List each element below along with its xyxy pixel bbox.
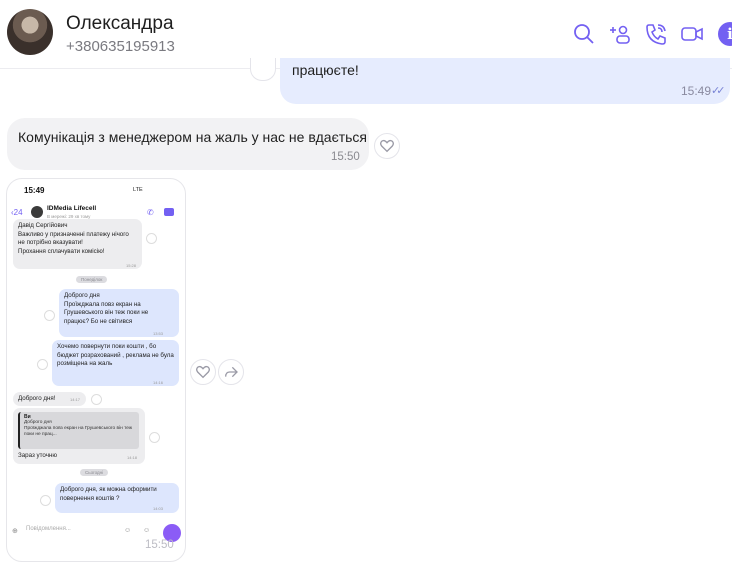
message-time: 15:49 xyxy=(681,84,712,98)
back-count: 24 xyxy=(13,208,23,217)
back-button: ‹24 xyxy=(11,208,23,217)
contact-phone: +380635195913 xyxy=(66,38,175,55)
video-call-icon[interactable] xyxy=(680,22,704,46)
heart-icon xyxy=(91,394,102,405)
message-text: працюєте! xyxy=(292,62,359,78)
screenshot-message-time: 15:28 xyxy=(126,263,137,268)
screenshot-message: Давід Сергійович Важливо у призначенні п… xyxy=(13,219,142,269)
forward-icon xyxy=(225,366,238,378)
call-icon[interactable] xyxy=(644,22,668,46)
avatar[interactable] xyxy=(7,9,53,55)
message-text: Комунікація з менеджером на жаль у нас н… xyxy=(18,129,368,145)
video-call-icon xyxy=(164,208,174,216)
read-receipt-icon: ✓✓ xyxy=(711,85,726,97)
screenshot-message: Доброго дня Проїжджала повз екран на Гру… xyxy=(59,289,179,337)
heart-icon xyxy=(37,359,48,370)
screenshot-message-time: 14:03 xyxy=(153,506,164,511)
like-button[interactable] xyxy=(190,359,216,385)
contact-name[interactable]: Олександра xyxy=(66,13,174,35)
add-participant-icon[interactable] xyxy=(608,22,632,46)
quote-author: Ви xyxy=(24,414,31,420)
quote-text: Доброго дня Проїжджала повз екран на Гру… xyxy=(24,420,133,437)
screenshot-message-time: 14:17 xyxy=(70,397,81,402)
heart-icon xyxy=(146,233,157,244)
image-message[interactable]: 15:49 LTE ‹24 IDMedia Lifecell В мережі:… xyxy=(6,178,186,562)
search-icon[interactable] xyxy=(572,22,596,46)
chat-avatar xyxy=(31,206,43,218)
screenshot-message-time: 14:16 xyxy=(153,380,164,385)
attach-icon: ⊕ xyxy=(12,528,18,535)
screenshot-message-time: 13:53 xyxy=(153,331,164,336)
sticker-icon: ☺ xyxy=(143,527,151,534)
heart-icon xyxy=(40,495,51,506)
call-icon: ✆ xyxy=(147,208,154,217)
heart-icon xyxy=(44,310,55,321)
message-time: 15:50 xyxy=(331,151,360,163)
quoted-message: Ви Доброго дня Проїжджала повз екран на … xyxy=(18,412,139,449)
like-button[interactable] xyxy=(374,133,400,159)
screenshot-message-input: Повідомлення... xyxy=(26,526,71,532)
chat-title: IDMedia Lifecell xyxy=(47,205,97,212)
status-bar-time: 15:49 xyxy=(24,186,45,195)
screenshot-message-time: 14:18 xyxy=(127,455,138,460)
screenshot-message: Зараз уточню xyxy=(18,452,57,459)
forward-button[interactable] xyxy=(218,359,244,385)
heart-icon xyxy=(196,365,210,379)
heart-icon xyxy=(380,139,394,153)
message-time: 15:50 xyxy=(145,539,174,551)
heart-icon xyxy=(149,432,160,443)
emoji-icon: ☺ xyxy=(124,527,132,534)
status-bar-indicators: LTE xyxy=(133,187,143,193)
like-button[interactable] xyxy=(250,58,276,81)
date-separator: Сьогодні xyxy=(80,469,109,476)
date-separator: Понеділок xyxy=(76,276,108,283)
